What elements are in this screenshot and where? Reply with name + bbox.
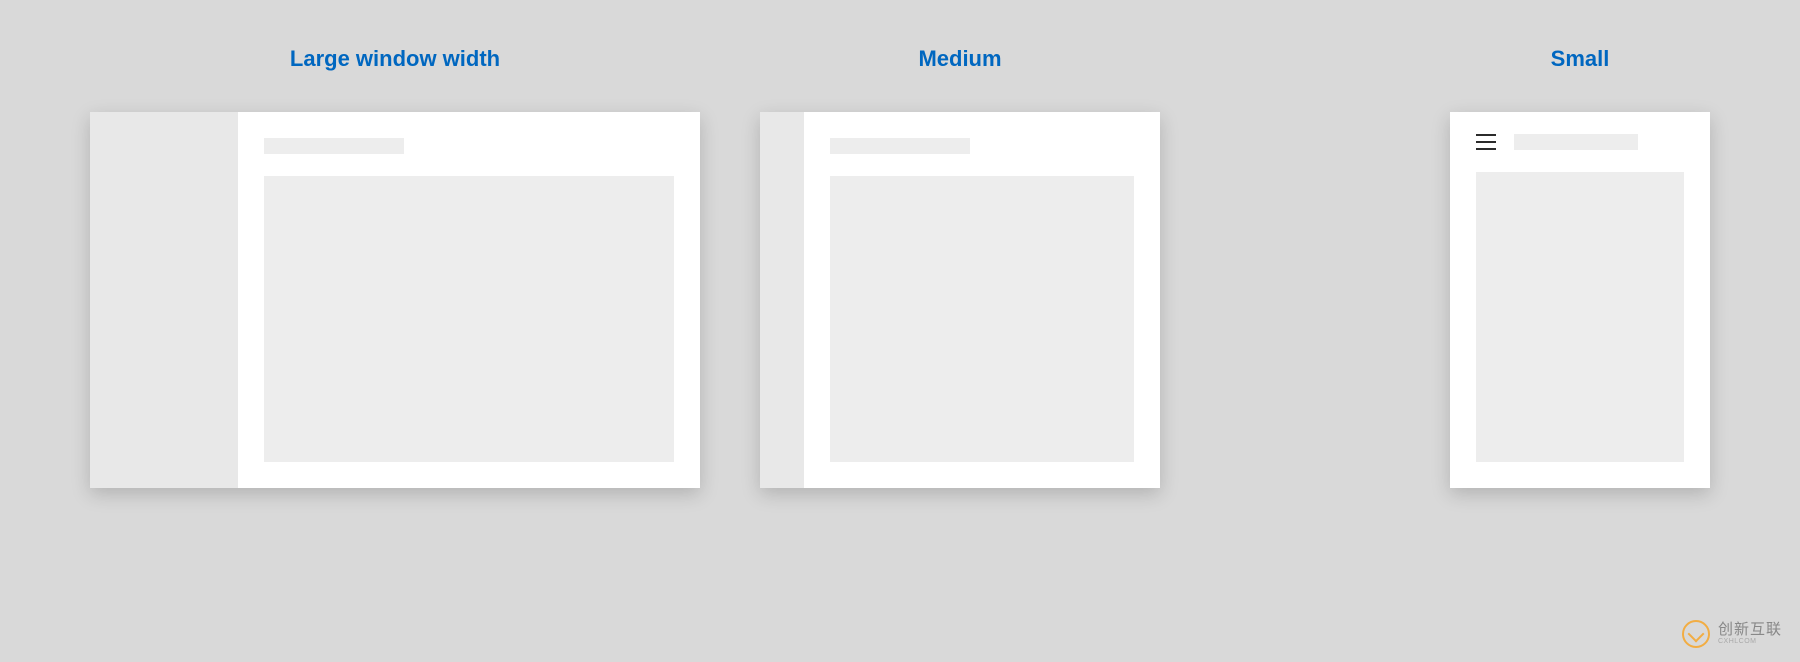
- content-area: [1450, 112, 1710, 488]
- layout-large: Large window width: [90, 48, 700, 488]
- watermark-brand: 创新互联: [1718, 621, 1782, 638]
- watermark: 创新互联 CXHLCOM: [1682, 620, 1782, 648]
- content-area: [804, 112, 1160, 488]
- title-placeholder: [1514, 134, 1638, 150]
- window-large: [90, 112, 700, 488]
- window-medium: [760, 112, 1160, 488]
- title-placeholder: [830, 138, 970, 154]
- header-row: [1476, 134, 1684, 150]
- window-small: [1450, 112, 1710, 488]
- content-placeholder: [1476, 172, 1684, 462]
- watermark-sub: CXHLCOM: [1718, 638, 1782, 645]
- label-small: Small: [1551, 48, 1610, 70]
- nav-pane-compact: [760, 112, 804, 488]
- hamburger-icon[interactable]: [1476, 134, 1496, 150]
- label-large: Large window width: [290, 48, 500, 70]
- watermark-logo-icon: [1682, 620, 1710, 648]
- watermark-text: 创新互联 CXHLCOM: [1718, 622, 1782, 645]
- label-medium: Medium: [918, 48, 1001, 70]
- title-placeholder: [264, 138, 404, 154]
- layout-small: Small: [1450, 48, 1710, 488]
- content-placeholder: [830, 176, 1134, 462]
- layout-medium: Medium: [760, 48, 1160, 488]
- content-placeholder: [264, 176, 674, 462]
- nav-pane-expanded: [90, 112, 238, 488]
- content-area: [238, 112, 700, 488]
- responsive-layout-diagram: Large window width Medium Small: [90, 48, 1710, 488]
